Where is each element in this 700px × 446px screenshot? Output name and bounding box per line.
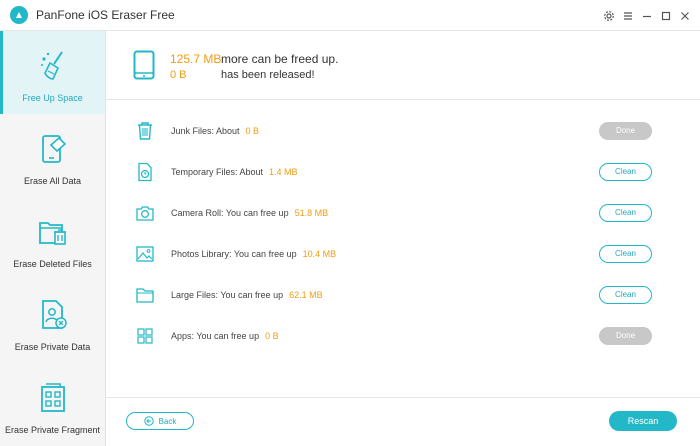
app-logo-icon	[10, 6, 28, 24]
list-item-photos-library: Photos Library: You can free up 10.4 MB C…	[106, 233, 700, 274]
done-button[interactable]: Done	[599, 326, 652, 345]
clean-button[interactable]: Clean	[599, 162, 652, 181]
list-item-large-files: Large Files: You can free up 62.1 MB Clea…	[106, 274, 700, 315]
row-label: Junk Files: About 0 B	[171, 125, 260, 136]
back-arrow-icon	[143, 416, 154, 426]
row-value: 0 B	[265, 330, 279, 341]
app-title: PanFone iOS Eraser Free	[36, 8, 175, 22]
back-label: Back	[158, 416, 177, 426]
grid-file-icon	[36, 381, 70, 415]
apps-grid-icon	[135, 326, 155, 346]
sidebar-item-erase-private-fragment[interactable]: Erase Private Fragment	[0, 363, 105, 446]
sidebar-item-erase-all-data[interactable]: Erase All Data	[0, 114, 105, 197]
summary-header: 125.7 MB more can be freed up. 0 B has b…	[106, 31, 700, 100]
rescan-button[interactable]: Rescan	[609, 411, 677, 431]
sidebar: Free Up Space Erase All Data Erase Delet…	[0, 31, 106, 446]
done-button[interactable]: Done	[599, 121, 652, 140]
camera-icon	[135, 203, 155, 223]
row-value: 1.4 MB	[269, 166, 298, 177]
list-item-temporary-files: Temporary Files: About 1.4 MB Clean	[106, 151, 700, 192]
row-value: 10.4 MB	[302, 248, 337, 259]
row-label: Large Files: You can free up 62.1 MB	[171, 289, 323, 300]
sidebar-item-label: Erase Private Fragment	[4, 425, 101, 435]
settings-icon[interactable]	[600, 7, 618, 25]
freeable-text: more can be freed up.	[221, 52, 339, 66]
clean-button[interactable]: Clean	[599, 285, 652, 304]
sidebar-item-erase-private-data[interactable]: Erase Private Data	[0, 280, 105, 363]
sidebar-item-free-up-space[interactable]: Free Up Space	[0, 31, 105, 114]
list-item-junk-files: Junk Files: About 0 B Done	[106, 110, 700, 151]
window-controls	[599, 0, 694, 31]
row-label: Camera Roll: You can free up 51.8 MB	[171, 207, 329, 218]
list-item-camera-roll: Camera Roll: You can free up 51.8 MB Clea…	[106, 192, 700, 233]
row-label: Temporary Files: About 1.4 MB	[171, 166, 298, 177]
title-bar: PanFone iOS Eraser Free	[0, 0, 700, 31]
folder-icon	[135, 285, 155, 305]
minimize-icon[interactable]	[638, 7, 656, 25]
freeable-size: 125.7 MB	[170, 52, 222, 66]
clock-file-icon	[135, 162, 155, 182]
trash-icon	[135, 121, 155, 141]
broom-sparkle-icon	[36, 49, 70, 83]
row-value: 51.8 MB	[294, 207, 329, 218]
clean-button[interactable]: Clean	[599, 244, 652, 263]
released-size: 0 B	[170, 69, 187, 81]
row-label: Photos Library: You can free up 10.4 MB	[171, 248, 337, 259]
close-icon[interactable]	[676, 7, 694, 25]
sidebar-item-label: Free Up Space	[22, 93, 83, 103]
sidebar-item-label: Erase Private Data	[14, 342, 91, 352]
maximize-icon[interactable]	[657, 7, 675, 25]
tablet-icon	[133, 50, 155, 80]
row-value: 62.1 MB	[289, 289, 323, 300]
row-value: 0 B	[245, 125, 260, 136]
sidebar-item-label: Erase All Data	[23, 176, 82, 186]
folder-trash-icon	[36, 215, 70, 249]
phone-eraser-icon	[36, 132, 70, 166]
released-text: has been released!	[221, 69, 315, 81]
list-item-apps: Apps: You can free up 0 B Done	[106, 315, 700, 356]
sidebar-item-label: Erase Deleted Files	[13, 259, 92, 269]
footer-divider	[106, 397, 700, 398]
user-file-x-icon	[36, 298, 70, 332]
back-button[interactable]: Back	[126, 412, 194, 430]
menu-icon[interactable]	[619, 7, 637, 25]
row-label: Apps: You can free up 0 B	[171, 330, 279, 341]
sidebar-item-erase-deleted-files[interactable]: Erase Deleted Files	[0, 197, 105, 280]
image-icon	[135, 244, 155, 264]
clean-button[interactable]: Clean	[599, 203, 652, 222]
